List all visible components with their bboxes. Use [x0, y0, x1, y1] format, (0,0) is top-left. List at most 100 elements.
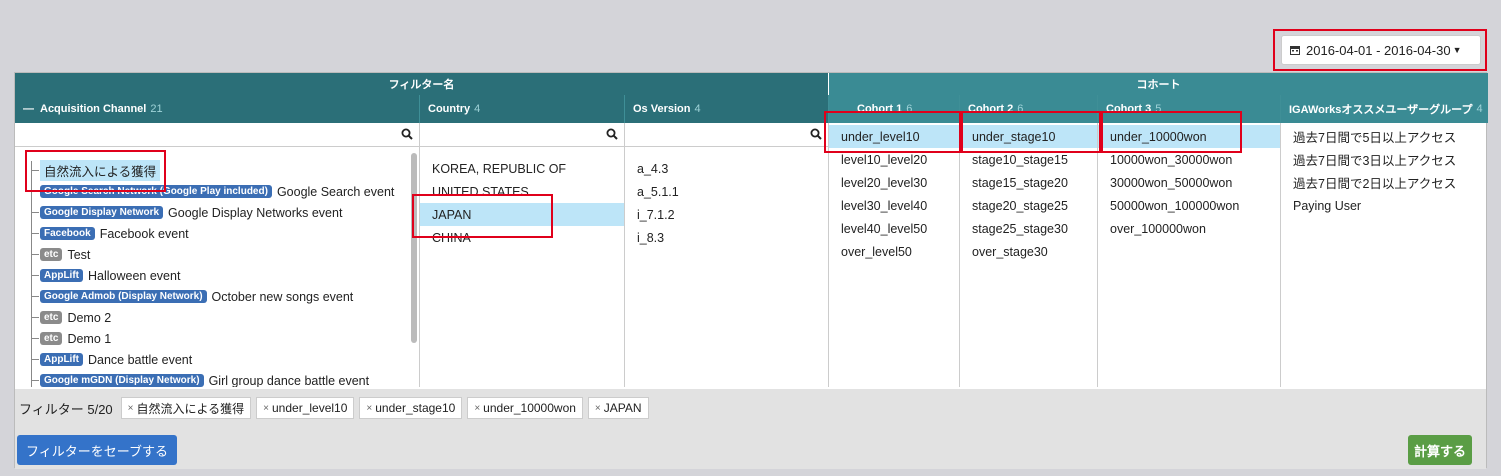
channel-tag: Google Search Network (Google Play inclu…: [40, 185, 272, 198]
column-header-country[interactable]: Country 4: [420, 95, 625, 123]
close-icon[interactable]: ×: [595, 403, 601, 414]
tree-item-label: 自然流入による獲得: [40, 160, 161, 181]
filter-chip[interactable]: × under_stage10: [359, 397, 463, 419]
list-item[interactable]: JAPAN: [420, 203, 624, 226]
list-item[interactable]: i_8.3: [625, 226, 664, 249]
list-item[interactable]: level30_level40: [829, 194, 927, 217]
tree-item-label: Demo 1: [67, 331, 112, 346]
cohort1-list: under_level10 level10_level20 level20_le…: [829, 123, 960, 387]
list-item[interactable]: 50000won_100000won: [1098, 194, 1239, 217]
channel-tag: Google Display Network: [40, 206, 164, 219]
column-header-cohort3[interactable]: Cohort 3 5: [1098, 95, 1281, 123]
list-item[interactable]: 過去7日間で3日以上アクセス: [1281, 148, 1456, 171]
close-icon[interactable]: ×: [128, 403, 134, 414]
list-item[interactable]: under_level10: [829, 125, 959, 148]
tree-item[interactable]: Google mGDN (Display Network) Girl group…: [31, 370, 369, 387]
calendar-icon: [1290, 45, 1300, 55]
channel-tag: Google Admob (Display Network): [40, 290, 207, 303]
tree-item[interactable]: AppLift Halloween event: [31, 265, 180, 286]
tree-scrollbar[interactable]: [411, 153, 417, 343]
column-header-os[interactable]: Os Version 4: [625, 95, 829, 123]
list-item[interactable]: level40_level50: [829, 217, 927, 240]
channel-tag: AppLift: [40, 353, 83, 366]
list-item[interactable]: stage10_stage15: [960, 148, 1068, 171]
filter-chip[interactable]: × 自然流入による獲得: [120, 397, 252, 419]
tree-item-label: Demo 2: [67, 310, 112, 325]
save-filter-button[interactable]: フィルターをセーブする: [17, 435, 177, 465]
tree-item-label: Halloween event: [88, 268, 181, 283]
group-filter-name: フィルター名: [15, 73, 829, 95]
channel-tag: AppLift: [40, 269, 83, 282]
chevron-down-icon: ▼: [1452, 45, 1462, 55]
tree-item-label: Facebook event: [99, 226, 189, 241]
filter-chip[interactable]: × JAPAN: [587, 397, 649, 419]
column-header-acquisition[interactable]: — Acquisition Channel 21: [15, 95, 420, 123]
os-list: a_4.3 a_5.1.1 i_7.1.2 i_8.3: [625, 147, 829, 387]
list-item[interactable]: under_stage10: [960, 125, 1097, 148]
filter-panel: フィルター名 コホート — Acquisition Channel 21 Cou…: [14, 72, 1488, 469]
tree-item[interactable]: 自然流入による獲得: [31, 160, 161, 181]
column-header-cohort2[interactable]: Cohort 2 6: [960, 95, 1098, 123]
list-item[interactable]: Paying User: [1281, 194, 1361, 217]
list-item[interactable]: level10_level20: [829, 148, 927, 171]
list-item[interactable]: over_stage30: [960, 240, 1048, 263]
group-header-row: フィルター名 コホート: [15, 73, 1488, 95]
tree-item[interactable]: Google Search Network (Google Play inclu…: [31, 181, 394, 202]
tree-item[interactable]: etc Demo 2: [31, 307, 111, 328]
list-item[interactable]: 10000won_30000won: [1098, 148, 1232, 171]
list-item[interactable]: stage20_stage25: [960, 194, 1068, 217]
list-item[interactable]: i_7.1.2: [625, 203, 675, 226]
list-item[interactable]: over_100000won: [1098, 217, 1206, 240]
filter-chip[interactable]: × under_10000won: [467, 397, 583, 419]
tree-item[interactable]: AppLift Dance battle event: [31, 349, 192, 370]
action-bar: フィルターをセーブする 計算する: [15, 427, 1486, 469]
list-item[interactable]: a_4.3: [625, 157, 668, 180]
os-search: [625, 123, 829, 147]
close-icon[interactable]: ×: [263, 403, 269, 414]
cohort2-list: under_stage10 stage10_stage15 stage15_st…: [960, 123, 1098, 387]
filter-chip[interactable]: × under_level10: [256, 397, 355, 419]
country-search: [420, 123, 625, 147]
list-item[interactable]: UNITED STATES: [420, 180, 624, 203]
list-item[interactable]: under_10000won: [1098, 125, 1280, 148]
collapse-icon[interactable]: —: [23, 103, 34, 115]
tree-item[interactable]: Google Admob (Display Network) October n…: [31, 286, 353, 307]
search-icon[interactable]: [606, 128, 618, 143]
close-icon[interactable]: ×: [474, 403, 480, 414]
list-item[interactable]: KOREA, REPUBLIC OF: [420, 157, 624, 180]
tree-item[interactable]: etc Test: [31, 244, 90, 265]
channel-tag: Facebook: [40, 227, 95, 240]
tree-item[interactable]: Google Display Network Google Display Ne…: [31, 202, 342, 223]
country-search-input[interactable]: [420, 123, 624, 146]
acquisition-search-input[interactable]: [15, 123, 419, 146]
tree-item-label: Test: [67, 247, 91, 262]
search-icon[interactable]: [810, 128, 822, 143]
tree-item-label: October new songs event: [211, 289, 354, 304]
list-item[interactable]: level20_level30: [829, 171, 927, 194]
tree-item-label: Google Display Networks event: [168, 205, 343, 220]
group-cohort: コホート: [829, 73, 1488, 95]
date-range-label: 2016-04-01 - 2016-04-30: [1306, 42, 1451, 58]
cohort3-list: under_10000won 10000won_30000won 30000wo…: [1098, 123, 1281, 387]
calculate-button[interactable]: 計算する: [1408, 435, 1472, 465]
iga-list: 過去7日間で5日以上アクセス 過去7日間で3日以上アクセス 過去7日間で2日以上…: [1281, 123, 1488, 387]
tree-item[interactable]: etc Demo 1: [31, 328, 111, 349]
list-item[interactable]: 30000won_50000won: [1098, 171, 1232, 194]
list-item[interactable]: over_level50: [829, 240, 912, 263]
channel-tag: etc: [40, 332, 63, 345]
os-search-input[interactable]: [625, 123, 828, 146]
close-icon[interactable]: ×: [366, 403, 372, 414]
list-item[interactable]: stage15_stage20: [960, 171, 1068, 194]
list-item[interactable]: 過去7日間で5日以上アクセス: [1281, 125, 1456, 148]
filter-count-label: フィルター 5/20: [19, 401, 113, 417]
list-item[interactable]: 過去7日間で2日以上アクセス: [1281, 171, 1456, 194]
tree-item[interactable]: Facebook Facebook event: [31, 223, 189, 244]
list-item[interactable]: a_5.1.1: [625, 180, 679, 203]
search-icon[interactable]: [401, 128, 413, 143]
list-item[interactable]: stage25_stage30: [960, 217, 1068, 240]
list-item[interactable]: CHINA: [420, 226, 624, 249]
date-range-picker[interactable]: 2016-04-01 - 2016-04-30 ▼: [1281, 35, 1481, 65]
column-header-cohort1[interactable]: Cohort 1 6: [829, 95, 960, 123]
column-header-iga[interactable]: IGAWorksオススメユーザーグループ 4: [1281, 95, 1488, 123]
channel-tag: Google mGDN (Display Network): [40, 374, 204, 387]
